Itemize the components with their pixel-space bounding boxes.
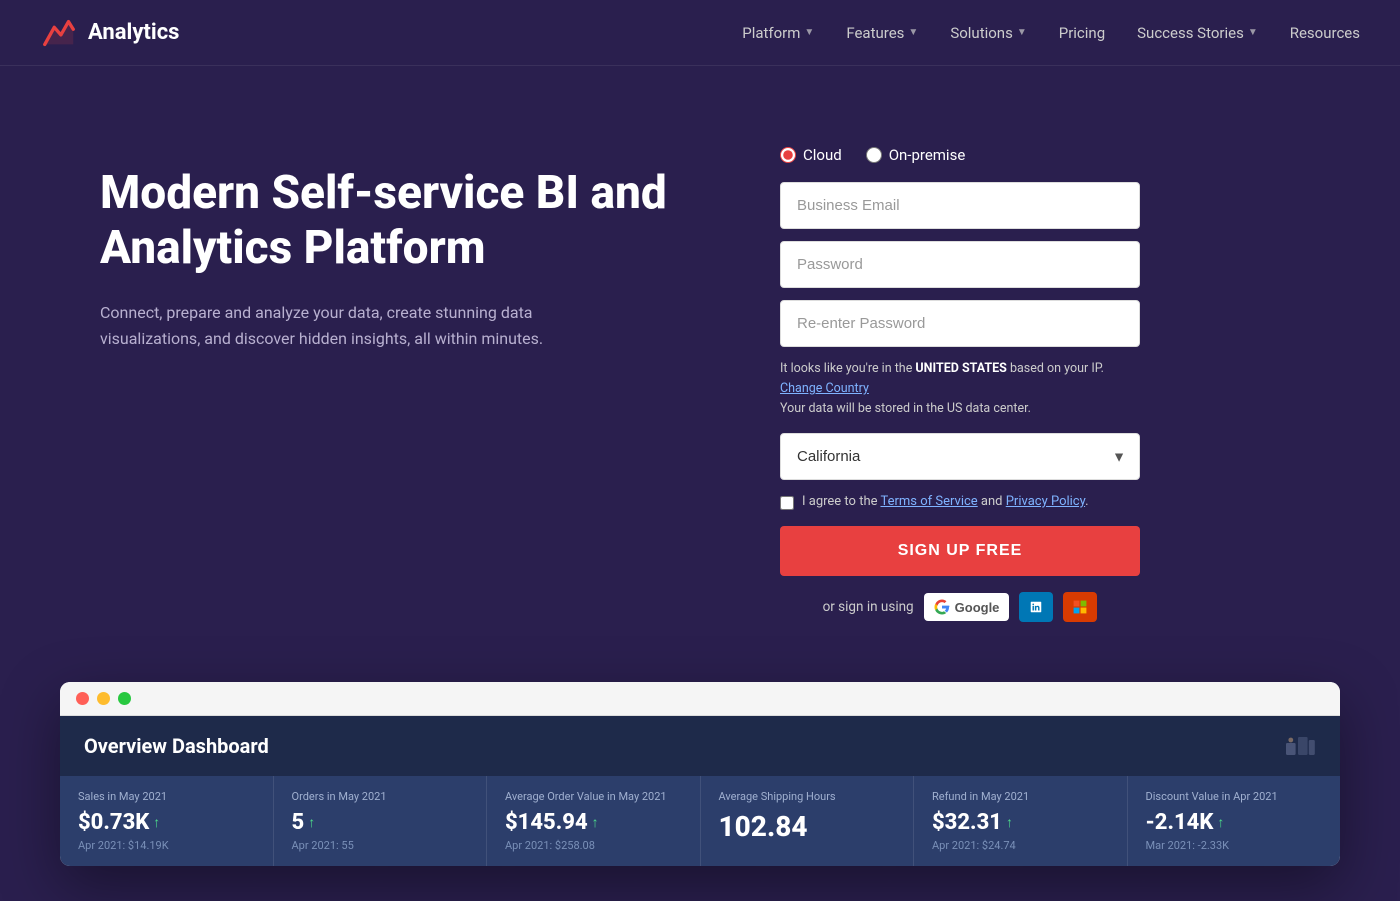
signup-form: Cloud On-premise It looks like you're in… [780, 146, 1140, 622]
radio-onpremise-input[interactable] [866, 147, 882, 163]
nav-link-solutions[interactable]: Solutions ▼ [950, 24, 1026, 42]
kpi-card-refund: Refund in May 2021 $32.31 ↑ Apr 2021: $2… [914, 776, 1128, 866]
nav-item-pricing[interactable]: Pricing [1059, 24, 1105, 42]
hero-left: Modern Self-service BI and Analytics Pla… [100, 146, 700, 352]
kpi-label: Average Order Value in May 2021 [505, 790, 682, 804]
terms-link[interactable]: Terms of Service [880, 494, 977, 509]
hero-section: Modern Self-service BI and Analytics Pla… [0, 66, 1400, 682]
kpi-value: $145.94 ↑ [505, 810, 682, 835]
google-signin-button[interactable]: Google [924, 593, 1010, 621]
social-signin: or sign in using Google [780, 592, 1140, 622]
state-select-wrap: California New York Texas Florida Washin… [780, 433, 1140, 480]
dot-yellow [97, 692, 110, 705]
nav-link-resources[interactable]: Resources [1290, 24, 1360, 42]
google-icon [934, 599, 950, 615]
email-field[interactable] [780, 182, 1140, 229]
linkedin-icon [1029, 599, 1043, 615]
trend-up-icon: ↑ [1006, 814, 1013, 831]
terms-checkbox[interactable] [780, 496, 794, 510]
privacy-link[interactable]: Privacy Policy [1006, 494, 1085, 509]
signup-button[interactable]: SIGN UP FREE [780, 526, 1140, 576]
google-label: Google [955, 600, 1000, 615]
kpi-value: $0.73K ↑ [78, 810, 255, 835]
nav-link-platform[interactable]: Platform ▼ [742, 24, 814, 42]
terms-row: I agree to the Terms of Service and Priv… [780, 494, 1140, 510]
chevron-down-icon: ▼ [908, 27, 918, 38]
nav-item-platform[interactable]: Platform ▼ [742, 24, 814, 42]
microsoft-icon [1073, 599, 1087, 615]
trend-up-icon: ↑ [153, 814, 160, 831]
radio-cloud-input[interactable] [780, 147, 796, 163]
kpi-row: Sales in May 2021 $0.73K ↑ Apr 2021: $14… [60, 776, 1340, 866]
change-country-link[interactable]: Change Country [780, 381, 869, 396]
kpi-card-orders: Orders in May 2021 5 ↑ Apr 2021: 55 [274, 776, 488, 866]
kpi-card-discount: Discount Value in Apr 2021 -2.14K ↑ Mar … [1128, 776, 1341, 866]
logo-text: Analytics [88, 20, 179, 45]
hero-heading: Modern Self-service BI and Analytics Pla… [100, 166, 700, 276]
dashboard-header: Overview Dashboard [60, 716, 1340, 776]
kpi-value: $32.31 ↑ [932, 810, 1109, 835]
dashboard-icon [1280, 732, 1316, 760]
kpi-sub: Apr 2021: $14.19K [78, 839, 255, 852]
reenter-password-field[interactable] [780, 300, 1140, 347]
radio-cloud[interactable]: Cloud [780, 146, 842, 164]
nav-item-solutions[interactable]: Solutions ▼ [950, 24, 1026, 42]
kpi-sub: Apr 2021: 55 [292, 839, 469, 852]
kpi-label: Sales in May 2021 [78, 790, 255, 804]
ip-notice: It looks like you're in the UNITED STATE… [780, 359, 1140, 419]
dashboard-preview: Overview Dashboard Sales in May 2021 $0.… [60, 682, 1340, 866]
password-field[interactable] [780, 241, 1140, 288]
chevron-down-icon: ▼ [1248, 27, 1258, 38]
hero-subtext: Connect, prepare and analyze your data, … [100, 300, 600, 351]
trend-up-icon: ↑ [308, 814, 315, 831]
nav-link-success[interactable]: Success Stories ▼ [1137, 24, 1258, 42]
kpi-label: Discount Value in Apr 2021 [1146, 790, 1323, 804]
kpi-label: Orders in May 2021 [292, 790, 469, 804]
state-select[interactable]: California New York Texas Florida Washin… [780, 433, 1140, 480]
nav-links: Platform ▼ Features ▼ Solutions ▼ Pricin… [742, 24, 1360, 42]
linkedin-signin-button[interactable] [1019, 592, 1053, 622]
logo[interactable]: Analytics [40, 14, 179, 52]
nav-link-pricing[interactable]: Pricing [1059, 24, 1105, 42]
dot-red [76, 692, 89, 705]
dashboard-3d-icon [1280, 732, 1316, 760]
kpi-label: Average Shipping Hours [719, 790, 896, 804]
kpi-value: 102.84 [719, 810, 896, 843]
logo-icon [40, 14, 78, 52]
dashboard-title: Overview Dashboard [84, 734, 269, 758]
trend-up-icon: ↑ [592, 814, 599, 831]
kpi-card-shipping: Average Shipping Hours 102.84 [701, 776, 915, 866]
deployment-radio-group: Cloud On-premise [780, 146, 1140, 164]
kpi-card-sales: Sales in May 2021 $0.73K ↑ Apr 2021: $14… [60, 776, 274, 866]
chevron-down-icon: ▼ [804, 27, 814, 38]
kpi-value: 5 ↑ [292, 810, 469, 835]
nav-item-resources[interactable]: Resources [1290, 24, 1360, 42]
kpi-sub: Apr 2021: $258.08 [505, 839, 682, 852]
trend-up-icon: ↑ [1217, 814, 1224, 831]
kpi-sub: Mar 2021: -2.33K [1146, 839, 1323, 852]
navbar: Analytics Platform ▼ Features ▼ Solution… [0, 0, 1400, 66]
nav-item-success[interactable]: Success Stories ▼ [1137, 24, 1258, 42]
dot-green [118, 692, 131, 705]
microsoft-signin-button[interactable] [1063, 592, 1097, 622]
kpi-sub: Apr 2021: $24.74 [932, 839, 1109, 852]
kpi-card-avg-order: Average Order Value in May 2021 $145.94 … [487, 776, 701, 866]
kpi-label: Refund in May 2021 [932, 790, 1109, 804]
kpi-value: -2.14K ↑ [1146, 810, 1323, 835]
nav-item-features[interactable]: Features ▼ [846, 24, 918, 42]
nav-link-features[interactable]: Features ▼ [846, 24, 918, 42]
social-label: or sign in using [823, 599, 914, 615]
chevron-down-icon: ▼ [1017, 27, 1027, 38]
browser-bar [60, 682, 1340, 716]
radio-onpremise[interactable]: On-premise [866, 146, 966, 164]
